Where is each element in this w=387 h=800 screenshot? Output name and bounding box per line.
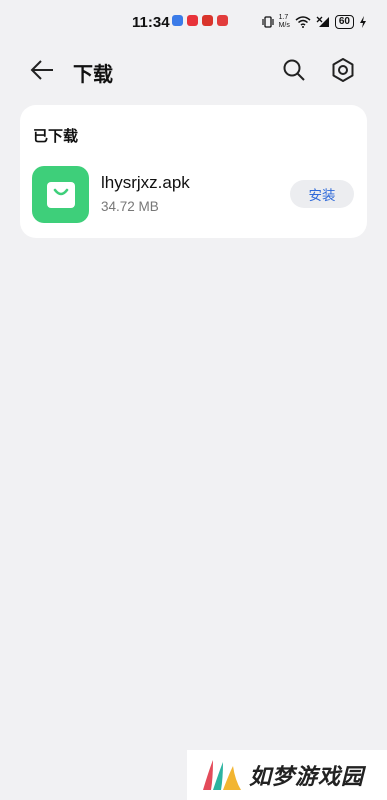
network-speed-unit: M/s	[278, 22, 290, 29]
notification-app-icon	[217, 15, 228, 26]
status-indicators: 1.7 M/s 60	[261, 14, 367, 30]
settings-button[interactable]	[329, 56, 357, 84]
install-button[interactable]: 安装	[290, 180, 354, 208]
wifi-icon	[295, 16, 311, 28]
notification-app-icon	[202, 15, 213, 26]
network-speed-value: 1.7	[278, 14, 289, 21]
page-title: 下载	[73, 64, 113, 86]
watermark-logo-icon	[203, 760, 241, 790]
file-size: 34.72 MB	[101, 199, 159, 214]
network-speed: 1.7 M/s	[279, 14, 290, 30]
section-title: 已下载	[33, 128, 79, 145]
status-bar: 11:34 1.7 M/s 60	[0, 0, 387, 44]
status-time: 11:34	[132, 14, 170, 31]
no-signal-icon	[316, 16, 329, 27]
back-arrow-icon	[30, 60, 53, 80]
search-icon	[283, 59, 305, 81]
vibrate-icon	[261, 16, 274, 28]
notification-app-icon	[172, 15, 183, 26]
back-button[interactable]	[28, 56, 58, 84]
charging-icon	[360, 16, 366, 28]
shopping-bag-icon	[46, 181, 75, 208]
watermark-text: 如梦游戏园	[249, 764, 365, 789]
file-name: lhysrjxz.apk	[101, 173, 190, 192]
search-button[interactable]	[281, 57, 307, 83]
apk-app-icon	[32, 166, 89, 223]
notification-app-icon	[187, 15, 198, 26]
watermark: 如梦游戏园	[187, 750, 387, 800]
app-header: 下载	[0, 48, 387, 92]
battery-indicator: 60	[334, 15, 354, 29]
notification-icons	[172, 15, 228, 26]
downloaded-card: 已下载 lhysrjxz.apk 34.72 MB 安装	[20, 105, 367, 238]
gear-icon	[332, 58, 354, 82]
